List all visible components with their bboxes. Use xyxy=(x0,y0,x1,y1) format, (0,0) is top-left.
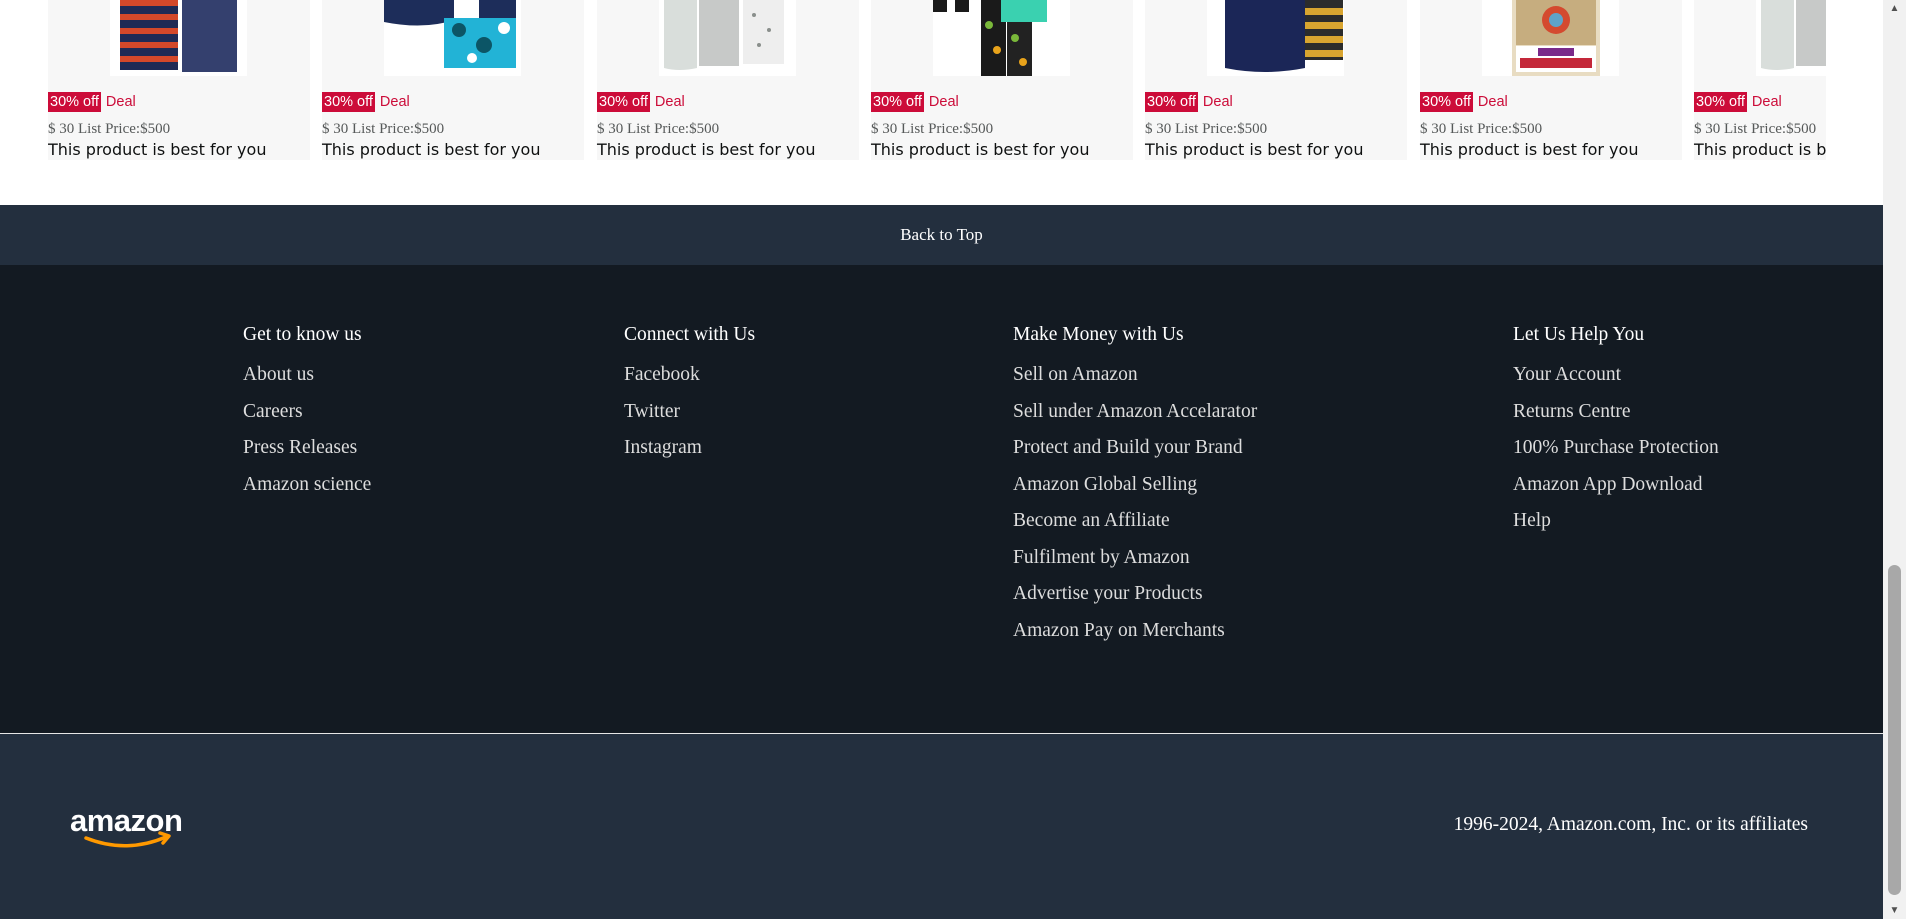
product-card[interactable]: 30% off Deal $ 30 List Price:$500 This p… xyxy=(597,0,859,160)
svg-text:amazon: amazon xyxy=(70,804,182,838)
discount-badge: 30% off xyxy=(1145,92,1198,112)
vertical-scrollbar[interactable]: ▲ ▼ xyxy=(1883,0,1906,919)
amazon-logo-icon: amazon xyxy=(70,803,183,848)
discount-badge: 30% off xyxy=(322,92,375,112)
product-card[interactable]: 30% off Deal $ 30 List Price:$500 This p… xyxy=(1694,0,1826,160)
product-image[interactable] xyxy=(659,0,796,76)
price-text: $ 30 List Price:$500 xyxy=(1420,121,1543,137)
product-description[interactable]: This product is best for you xyxy=(322,140,540,159)
product-card[interactable]: 30% off Deal $ 30 List Price:$500 This p… xyxy=(1420,0,1682,160)
tropical-shorts-icon xyxy=(384,0,516,68)
product-card[interactable]: 30% off Deal $ 30 List Price:$500 This p… xyxy=(322,0,584,160)
product-card[interactable]: 30% off Deal $ 30 List Price:$500 This p… xyxy=(871,0,1133,160)
product-image[interactable] xyxy=(1756,0,1826,76)
deal-label: Deal xyxy=(928,94,959,110)
deal-label: Deal xyxy=(1477,94,1508,110)
footer-link-careers[interactable]: Careers xyxy=(243,394,371,431)
footer-link-amazon-pay[interactable]: Amazon Pay on Merchants xyxy=(1013,613,1257,650)
footer-link-app-download[interactable]: Amazon App Download xyxy=(1513,467,1719,504)
deal-row: 30% off Deal xyxy=(871,92,959,112)
striped-bodysuit-icon xyxy=(120,0,237,72)
footer-column-make-money: Make Money with Us Sell on Amazon Sell u… xyxy=(1013,321,1257,649)
deal-label: Deal xyxy=(654,94,685,110)
footer-link-returns-centre[interactable]: Returns Centre xyxy=(1513,394,1719,431)
discount-badge: 30% off xyxy=(1694,92,1747,112)
price-text: $ 30 List Price:$500 xyxy=(871,121,994,137)
product-image[interactable] xyxy=(1482,0,1619,76)
footer-column-heading: Make Money with Us xyxy=(1013,324,1184,345)
footer-column-get-to-know-us: Get to know us About us Careers Press Re… xyxy=(243,321,371,503)
footer-link-facebook[interactable]: Facebook xyxy=(624,357,755,394)
footer-column-let-us-help-you: Let Us Help You Your Account Returns Cen… xyxy=(1513,321,1719,540)
footer-link-become-affiliate[interactable]: Become an Affiliate xyxy=(1013,503,1257,540)
footer-link-twitter[interactable]: Twitter xyxy=(624,394,755,431)
deal-row: 30% off Deal xyxy=(1420,92,1508,112)
product-description[interactable]: This product is best for you xyxy=(871,140,1089,159)
footer-link-press-releases[interactable]: Press Releases xyxy=(243,430,371,467)
price-text: $ 30 List Price:$500 xyxy=(48,121,171,137)
deal-row: 30% off Deal xyxy=(48,92,136,112)
product-description[interactable]: This product is best for you xyxy=(1145,140,1363,159)
product-description[interactable]: This product is best for you xyxy=(48,140,266,159)
footer-bottom-bar: amazon 1996-2024, Amazon.com, Inc. or it… xyxy=(0,734,1883,919)
footer-column-connect-with-us: Connect with Us Facebook Twitter Instagr… xyxy=(624,321,755,467)
price-text: $ 30 List Price:$500 xyxy=(597,121,720,137)
deal-label: Deal xyxy=(379,94,410,110)
product-description[interactable]: This product is best for you xyxy=(1694,140,1826,159)
grey-pants-icon xyxy=(664,0,784,70)
footer-column-heading: Connect with Us xyxy=(624,324,756,345)
footer-link-help[interactable]: Help xyxy=(1513,503,1719,540)
product-image[interactable] xyxy=(110,0,247,76)
product-image[interactable] xyxy=(1207,0,1344,76)
product-description[interactable]: This product is best for you xyxy=(1420,140,1638,159)
navy-sweater-icon xyxy=(1225,0,1343,72)
deal-row: 30% off Deal xyxy=(597,92,685,112)
deal-label: Deal xyxy=(1202,94,1233,110)
footer-link-protect-brand[interactable]: Protect and Build your Brand xyxy=(1013,430,1257,467)
dino-pajama-icon xyxy=(933,0,1047,76)
deal-row: 30% off Deal xyxy=(1145,92,1233,112)
deal-row: 30% off Deal xyxy=(1694,92,1782,112)
product-image[interactable] xyxy=(933,0,1070,76)
footer-column-heading: Get to know us xyxy=(243,324,362,345)
price-text: $ 30 List Price:$500 xyxy=(1694,121,1817,137)
scrollbar-thumb[interactable] xyxy=(1888,565,1901,895)
discount-badge: 30% off xyxy=(597,92,650,112)
discount-badge: 30% off xyxy=(48,92,101,112)
copyright-text: 1996-2024, Amazon.com, Inc. or its affil… xyxy=(1453,814,1808,835)
discount-badge: 30% off xyxy=(1420,92,1473,112)
deal-label: Deal xyxy=(105,94,136,110)
avatar-book-cover-icon xyxy=(1512,0,1600,76)
footer-link-amazon-science[interactable]: Amazon science xyxy=(243,467,371,504)
product-card[interactable]: 30% off Deal $ 30 List Price:$500 This p… xyxy=(48,0,310,160)
price-text: $ 30 List Price:$500 xyxy=(1145,121,1268,137)
back-to-top-button[interactable]: Back to Top xyxy=(0,205,1883,265)
footer-link-fulfilment[interactable]: Fulfilment by Amazon xyxy=(1013,540,1257,577)
price-text: $ 30 List Price:$500 xyxy=(322,121,445,137)
footer-link-sell-on-amazon[interactable]: Sell on Amazon xyxy=(1013,357,1257,394)
footer-link-purchase-protection[interactable]: 100% Purchase Protection xyxy=(1513,430,1719,467)
footer-link-your-account[interactable]: Your Account xyxy=(1513,357,1719,394)
footer-links: Get to know us About us Careers Press Re… xyxy=(0,265,1883,733)
discount-badge: 30% off xyxy=(871,92,924,112)
page: 30% off Deal $ 30 List Price:$500 This p… xyxy=(0,0,1883,919)
product-description[interactable]: This product is best for you xyxy=(597,140,815,159)
scroll-up-arrow-icon[interactable]: ▲ xyxy=(1883,0,1906,17)
amazon-logo[interactable]: amazon xyxy=(68,803,190,850)
footer-link-about-us[interactable]: About us xyxy=(243,357,371,394)
deal-label: Deal xyxy=(1751,94,1782,110)
footer-link-sell-under-accelarator[interactable]: Sell under Amazon Accelarator xyxy=(1013,394,1257,431)
back-to-top-label: Back to Top xyxy=(900,225,983,244)
grey-pants-icon xyxy=(1761,0,1826,70)
footer-link-advertise[interactable]: Advertise your Products xyxy=(1013,576,1257,613)
scroll-down-arrow-icon[interactable]: ▼ xyxy=(1883,902,1906,919)
deal-row: 30% off Deal xyxy=(322,92,410,112)
footer-link-instagram[interactable]: Instagram xyxy=(624,430,755,467)
product-image[interactable] xyxy=(384,0,521,76)
product-carousel: 30% off Deal $ 30 List Price:$500 This p… xyxy=(48,0,1826,162)
footer-column-heading: Let Us Help You xyxy=(1513,324,1645,345)
footer-link-global-selling[interactable]: Amazon Global Selling xyxy=(1013,467,1257,504)
product-card[interactable]: 30% off Deal $ 30 List Price:$500 This p… xyxy=(1145,0,1407,160)
